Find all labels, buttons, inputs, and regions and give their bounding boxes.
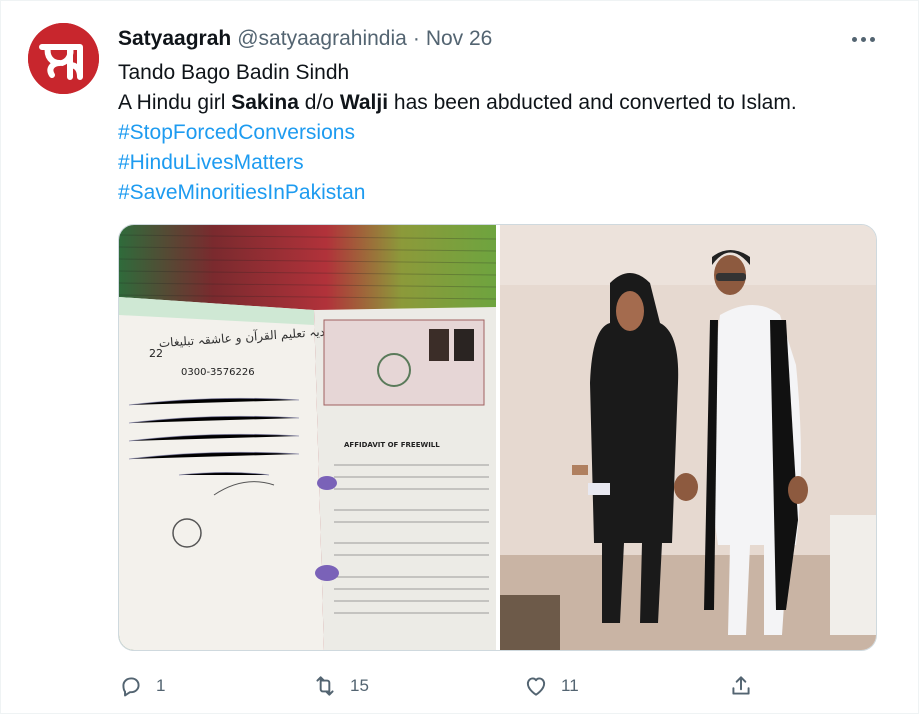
more-dot-icon — [860, 36, 866, 42]
photo-couple[interactable] — [499, 225, 876, 650]
heart-icon — [526, 677, 546, 696]
tweet-text: Tando Bago Badin Sindh A Hindu girl Saki… — [118, 58, 898, 208]
avatar[interactable] — [28, 23, 99, 94]
tweet-text-line-body: A Hindu girl Sakina d/o Walji has been a… — [118, 88, 898, 118]
retweet-count: 15 — [350, 676, 369, 695]
author-handle[interactable]: @satyaagrahindia — [237, 27, 407, 51]
tweet-media: جامعہ محمدیہ تعلیم القرآن و عاشقہ تبلیغا… — [118, 224, 877, 651]
like-button[interactable]: 11 — [523, 669, 579, 703]
reply-button[interactable]: 1 — [118, 669, 165, 703]
affidavit-title: AFFIDAVIT OF FREEWILL — [344, 441, 440, 449]
more-options-button[interactable] — [847, 25, 879, 53]
tweet-card[interactable]: Satyaagrah @satyaagrahindia · Nov 26 Tan… — [0, 0, 919, 714]
like-count: 11 — [561, 676, 579, 695]
reply-icon — [122, 677, 140, 697]
share-button[interactable] — [728, 669, 766, 703]
bold-name-sakina: Sakina — [231, 91, 299, 114]
text-fragment: d/o — [298, 91, 340, 114]
certificate-number: 22 — [149, 347, 163, 360]
hashtag-link[interactable]: #HinduLivesMatters — [118, 148, 898, 178]
tweet-header: Satyaagrah @satyaagrahindia · Nov 26 — [118, 25, 492, 53]
tweet-actions: 1 15 11 — [118, 669, 758, 703]
retweet-button[interactable]: 15 — [312, 669, 369, 703]
text-fragment: A Hindu girl — [118, 91, 232, 114]
certificate-phone: 0300-3576226 — [181, 367, 255, 378]
hashtag-link[interactable]: #SaveMinoritiesInPakistan — [118, 178, 898, 208]
separator-dot: · — [412, 27, 420, 50]
bold-name-walji: Walji — [339, 91, 389, 114]
photo-certificate[interactable]: جامعہ محمدیہ تعلیم القرآن و عاشقہ تبلیغا… — [119, 225, 496, 650]
reply-count: 1 — [156, 676, 166, 695]
text-fragment: has been abducted and converted to Islam… — [388, 91, 797, 114]
hashtag-link[interactable]: #StopForcedConversions — [118, 118, 898, 148]
retweet-icon — [316, 676, 334, 696]
more-dot-icon — [869, 36, 875, 42]
tweet-date[interactable]: Nov 26 — [426, 27, 493, 51]
share-icon — [732, 676, 750, 695]
tweet-text-line-location: Tando Bago Badin Sindh — [118, 61, 350, 84]
author-name[interactable]: Satyaagrah — [118, 27, 231, 51]
more-dot-icon — [851, 36, 857, 42]
